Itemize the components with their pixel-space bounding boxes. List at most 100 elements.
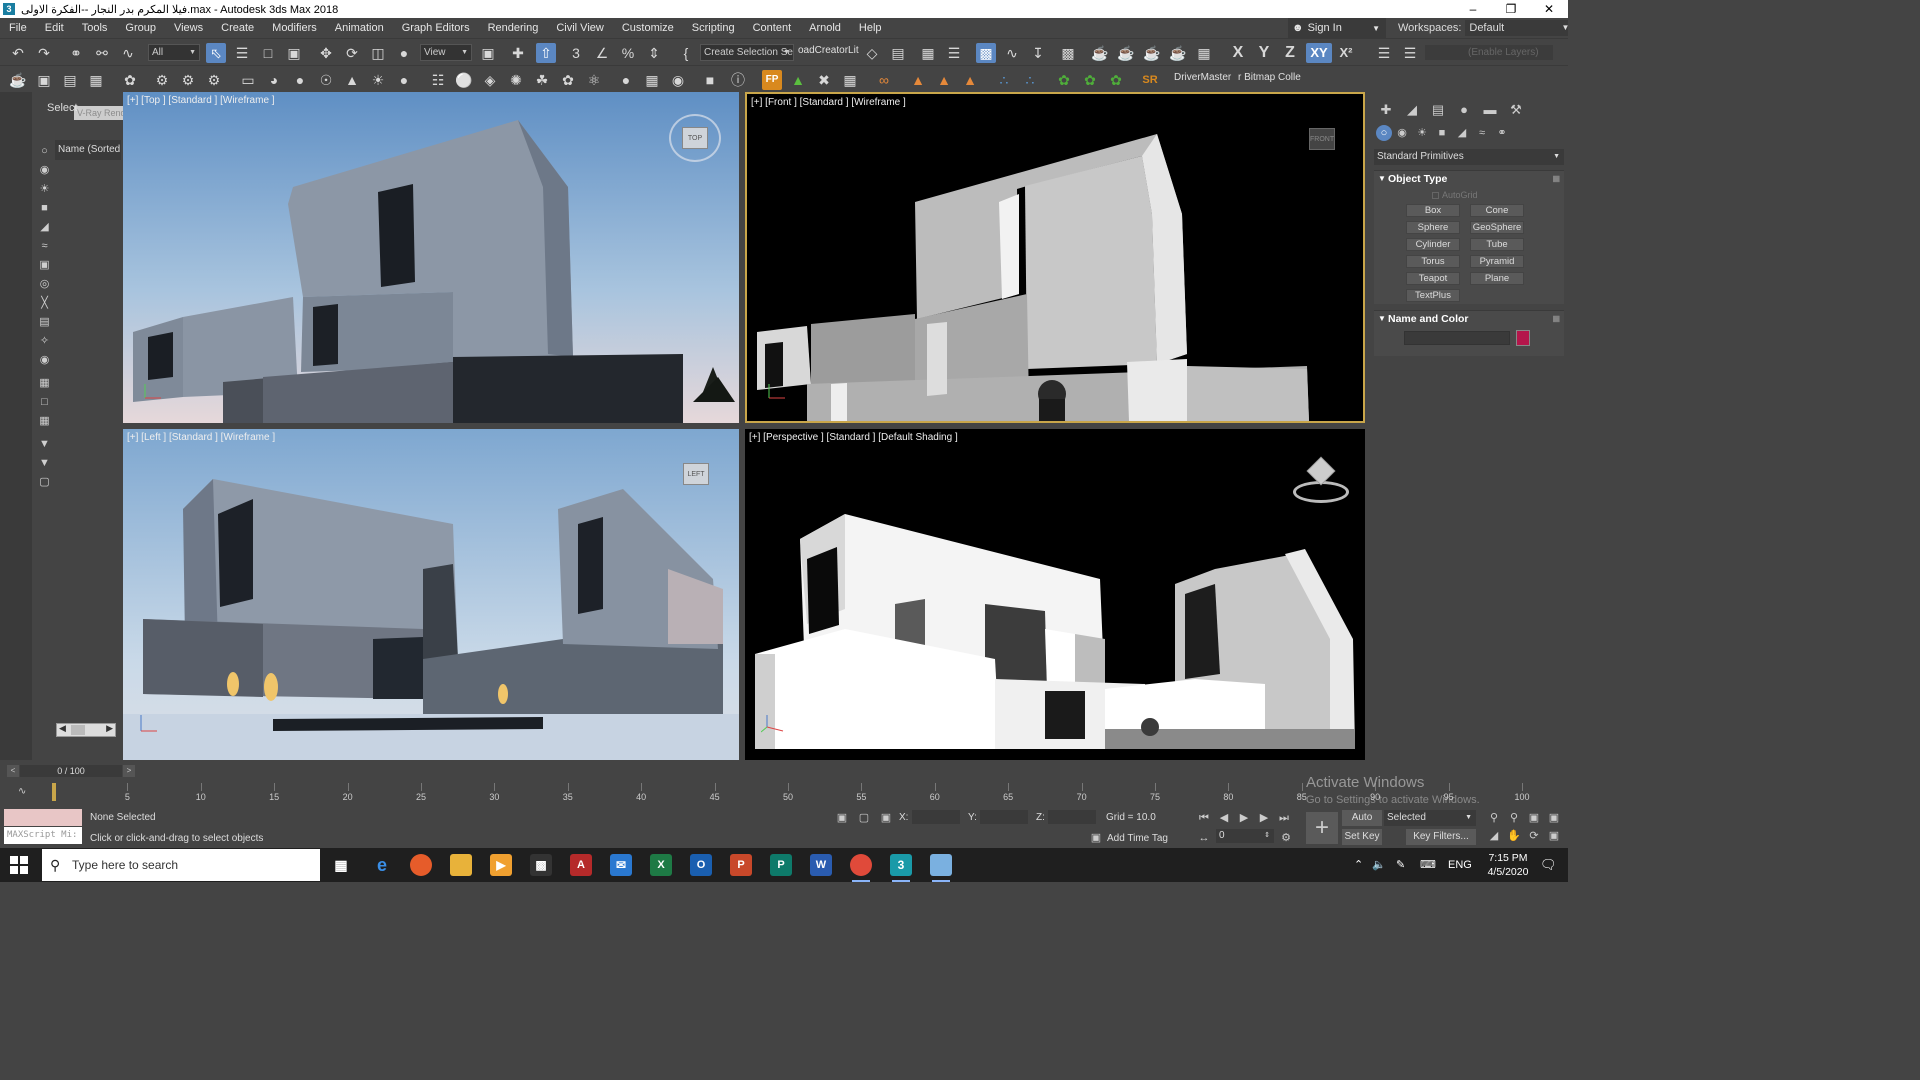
field-of-view-icon[interactable]: ◢ xyxy=(1486,828,1502,844)
scene-explorer-scrollbar[interactable]: ◀ ▶ xyxy=(56,723,116,737)
scroll-right-icon[interactable]: ▶ xyxy=(106,723,113,734)
material-editor-icon[interactable]: ▩ xyxy=(1058,43,1078,63)
viewcube-top[interactable]: TOP xyxy=(682,127,708,149)
name-sorted-column-header[interactable]: Name (Sorted ↑ xyxy=(55,140,121,160)
vray-clipper-icon[interactable]: ☘ xyxy=(532,70,552,90)
zoom-all-icon[interactable]: ⚲ xyxy=(1506,810,1522,826)
set-keys-big-button[interactable]: + xyxy=(1306,812,1338,844)
grass-1-icon[interactable]: ✿ xyxy=(1054,70,1074,90)
notifications-icon[interactable]: 🗨 xyxy=(1540,848,1557,882)
rectangular-selection-icon[interactable]: □ xyxy=(258,43,278,63)
vray-physical-camera-icon[interactable]: ■ xyxy=(700,70,720,90)
viewport-left-label[interactable]: [+] [Left ] [Standard ] [Wireframe ] xyxy=(127,432,275,443)
viewcube-ring[interactable]: TOP xyxy=(669,114,721,162)
spinner-snap-icon[interactable]: ⇕ xyxy=(644,43,664,63)
scale-icon[interactable]: ◫ xyxy=(368,43,388,63)
viewport-top[interactable]: [+] [Top ] [Standard ] [Wireframe ] TOP xyxy=(123,92,739,423)
display-lights-icon[interactable]: ☀ xyxy=(37,182,52,197)
scene-explorer-icon[interactable]: ▦ xyxy=(918,43,938,63)
key-mode-toggle-icon[interactable]: ↔ xyxy=(1196,830,1212,846)
select-object-icon[interactable]: ⬁ xyxy=(206,43,226,63)
vray-sun-icon[interactable]: ☀ xyxy=(368,70,388,90)
go-to-end-icon[interactable]: ⏭ xyxy=(1276,810,1292,826)
go-to-start-icon[interactable]: ⏮ xyxy=(1196,810,1212,826)
viewport-left[interactable]: [+] [Left ] [Standard ] [Wireframe ] LEF… xyxy=(123,429,739,760)
axis-constraint-z-button[interactable]: Z xyxy=(1280,43,1300,63)
y-coord-input[interactable] xyxy=(980,810,1028,824)
object-name-input[interactable] xyxy=(1404,331,1510,345)
viewport-top-label[interactable]: [+] [Top ] [Standard ] [Wireframe ] xyxy=(127,95,275,106)
vray-metaball-icon[interactable]: ⚛ xyxy=(584,70,604,90)
display-containers-icon[interactable]: ▤ xyxy=(37,315,52,330)
vray-hfur-icon[interactable]: ✿ xyxy=(558,70,578,90)
firefox-icon[interactable] xyxy=(410,854,432,876)
keyboard-shortcut-toggle-icon[interactable]: ⇧ xyxy=(536,43,556,63)
menu-arnold[interactable]: Arnold xyxy=(800,18,850,38)
mirror-icon[interactable]: ◇ xyxy=(862,43,882,63)
powerpoint-icon[interactable]: P xyxy=(730,854,752,876)
task-view-icon[interactable]: ▦ xyxy=(330,854,352,876)
teapot-icon[interactable]: ☕ xyxy=(8,70,28,90)
scatter-tool-icon[interactable]: ✖ xyxy=(814,70,834,90)
play-icon[interactable]: ▶ xyxy=(1236,810,1252,826)
pan-view-icon[interactable]: ✋ xyxy=(1506,828,1522,844)
next-frame-icon[interactable]: > xyxy=(123,765,135,777)
named-selection-dropdown[interactable]: Create Selection Se ▼ xyxy=(700,44,794,61)
vray-sky-icon[interactable]: ● xyxy=(394,70,414,90)
key-filters-button[interactable]: Key Filters... xyxy=(1406,829,1476,845)
autogrid-checkbox[interactable]: AutoGrid xyxy=(1432,190,1478,200)
add-time-tag-button[interactable]: Add Time Tag xyxy=(1107,833,1168,844)
schematic-view-icon[interactable]: ↧ xyxy=(1028,43,1048,63)
align-icon[interactable]: ▤ xyxy=(888,43,908,63)
select-by-name-icon[interactable]: ☰ xyxy=(232,43,252,63)
object-color-swatch[interactable] xyxy=(1516,330,1530,346)
menu-file[interactable]: File xyxy=(0,18,36,38)
chrome-icon[interactable] xyxy=(850,854,872,882)
display-frozen-icon[interactable]: ◉ xyxy=(37,353,52,368)
layers-add-icon[interactable]: ☰ xyxy=(1400,43,1420,63)
maxscript-mini-listener-input[interactable]: MAXScript Mi: xyxy=(4,827,82,844)
viewcube-front[interactable]: FRONT xyxy=(1309,128,1335,150)
menu-scripting[interactable]: Scripting xyxy=(683,18,744,38)
place-icon[interactable]: ● xyxy=(394,43,414,63)
percent-snap-icon[interactable]: % xyxy=(618,43,638,63)
time-tag-icon[interactable]: ▣ xyxy=(1088,830,1104,846)
motion-tab-icon[interactable]: ● xyxy=(1454,100,1474,120)
systems-category-icon[interactable]: ⚭ xyxy=(1494,125,1510,141)
cone-button[interactable]: Cone xyxy=(1470,204,1524,217)
language-indicator[interactable]: ENG xyxy=(1448,848,1472,882)
vray-plane-icon[interactable]: ◈ xyxy=(480,70,500,90)
zoom-extents-icon[interactable]: ▣ xyxy=(1526,810,1542,826)
time-configuration-icon[interactable]: ⚙ xyxy=(1278,830,1294,846)
reference-coord-dropdown[interactable]: View ▼ xyxy=(420,44,472,61)
viewport-front-label[interactable]: [+] [Front ] [Standard ] [Wireframe ] xyxy=(751,97,906,108)
render-setup-icon[interactable]: ☕ xyxy=(1090,43,1110,63)
menu-edit[interactable]: Edit xyxy=(36,18,73,38)
display-particles-icon[interactable]: ✧ xyxy=(37,334,52,349)
shapes-category-icon[interactable]: ◉ xyxy=(1394,125,1410,141)
vray-sphere-icon[interactable]: ✺ xyxy=(506,70,526,90)
display-geometry-icon[interactable]: ○ xyxy=(37,144,52,159)
3dsmax-taskbar-icon[interactable]: 3 xyxy=(890,854,912,882)
media-player-icon[interactable]: ▶ xyxy=(490,854,512,876)
axis-constraint-y-button[interactable]: Y xyxy=(1254,43,1274,63)
display-xrefs-icon[interactable]: ◎ xyxy=(37,277,52,292)
plane-button[interactable]: Plane xyxy=(1470,272,1524,285)
menu-create[interactable]: Create xyxy=(212,18,263,38)
menu-tools[interactable]: Tools xyxy=(73,18,117,38)
vray-ies-light-icon[interactable]: ☉ xyxy=(316,70,336,90)
orbit-icon[interactable]: ⟳ xyxy=(1526,828,1542,844)
word-icon[interactable]: W xyxy=(810,854,832,876)
bitmap-collector-button[interactable]: r Bitmap Colle xyxy=(1238,72,1301,83)
teapot-button[interactable]: Teapot xyxy=(1406,272,1460,285)
lock-icon[interactable]: ▢ xyxy=(37,475,52,490)
excel-icon[interactable]: X xyxy=(650,854,672,876)
store-icon[interactable]: ▩ xyxy=(530,854,552,876)
zoom-extents-all-icon[interactable]: ▣ xyxy=(1546,810,1562,826)
menu-customize[interactable]: Customize xyxy=(613,18,683,38)
z-coord-input[interactable] xyxy=(1048,810,1096,824)
display-cameras-icon[interactable]: ■ xyxy=(37,201,52,216)
grass-2-icon[interactable]: ✿ xyxy=(1080,70,1100,90)
vray-frame-buffer-taskbar-icon[interactable] xyxy=(930,854,952,882)
vray-dome-light-icon[interactable]: ◕ xyxy=(264,70,284,90)
